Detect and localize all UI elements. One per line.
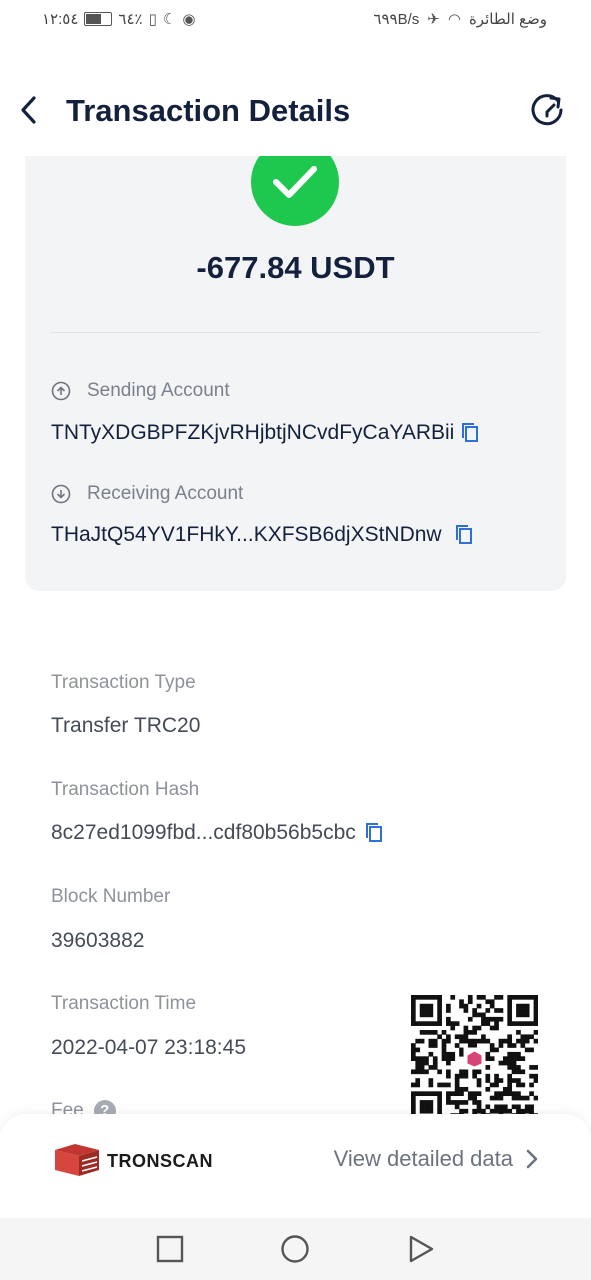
nav-circle-icon[interactable]: [278, 1232, 312, 1266]
qr-code[interactable]: [411, 995, 538, 1122]
block-number-text[interactable]: 39603882: [51, 929, 144, 953]
tronscan-brand: TRONSCAN: [107, 1151, 213, 1171]
sending-account-text: Sending Account: [87, 380, 230, 401]
success-indicator: [251, 156, 339, 226]
sending-account-label: Sending Account: [51, 380, 230, 402]
receiving-account-label: Receiving Account: [51, 483, 243, 505]
check-icon: [251, 156, 339, 226]
refresh-button[interactable]: [527, 90, 567, 130]
transaction-type-value: Transfer TRC20: [51, 714, 200, 738]
header: Transaction Details: [0, 80, 591, 144]
transaction-type-label: Transaction Type: [51, 672, 196, 693]
airplane-mode-label: وضع الطائرة: [468, 11, 547, 28]
view-detailed-data-link[interactable]: View detailed data: [334, 1146, 539, 1172]
transaction-time-label: Transaction Time: [51, 993, 197, 1014]
clock: ١٢:٥٤: [42, 11, 79, 28]
transaction-time-text: 2022-04-07 23:18:45: [51, 1036, 246, 1059]
battery-icon: [84, 12, 113, 26]
view-detailed-data-text: View detailed data: [333, 1146, 513, 1171]
airplane-icon: ✈: [427, 11, 440, 28]
block-number-label: Block Number: [51, 886, 171, 907]
status-bar: ١٢:٥٤ ٦٤٪ ▯ ☾ ◉ ٦٩٩B/s ✈ ◠ وضع الطائرة: [0, 0, 591, 40]
back-arrow-icon: [21, 96, 36, 124]
vibrate-icon: ▯: [148, 11, 157, 28]
transaction-hash-text[interactable]: 8c27ed1099fbd...cdf80b56b5cbc: [51, 821, 356, 845]
copy-icon[interactable]: [364, 822, 384, 844]
nav-square-icon[interactable]: [153, 1232, 187, 1266]
back-button[interactable]: [14, 92, 44, 128]
receiving-account-text: Receiving Account: [87, 483, 244, 504]
status-left: ١٢:٥٤ ٦٤٪ ▯ ☾ ◉: [42, 10, 195, 28]
transaction-amount: -677.84 USDT: [196, 250, 395, 285]
divider: [51, 332, 540, 333]
sending-address: TNTyXDGBPFZKjvRHjbtjNCvdFyCaYARBii: [51, 421, 455, 444]
tronscan-logo-icon: [55, 1144, 99, 1176]
receiving-account-value: THaJtQ54YV1FHkY...KXFSB6djXStNDnw: [51, 523, 474, 547]
system-nav-bar: [0, 1218, 591, 1280]
block-number-value: 39603882: [51, 929, 144, 953]
tronscan-footer: TRONSCAN View detailed data: [0, 1114, 591, 1218]
status-right: ٦٩٩B/s ✈ ◠ وضع الطائرة: [373, 10, 547, 28]
battery-percent: ٦٤٪: [118, 11, 143, 28]
chevron-right-icon: [526, 1149, 538, 1169]
arrow-down-circle-icon: [51, 484, 71, 504]
sending-account-value: TNTyXDGBPFZKjvRHjbtjNCvdFyCaYARBii: [51, 421, 480, 445]
refresh-icon: [531, 94, 563, 126]
eye-icon: ◉: [182, 11, 196, 28]
copy-icon[interactable]: [460, 422, 480, 444]
receiving-address: THaJtQ54YV1FHkY...KXFSB6djXStNDnw: [51, 523, 442, 546]
copy-icon[interactable]: [454, 524, 474, 546]
wifi-icon: ◠: [447, 11, 461, 28]
moon-icon: ☾: [162, 11, 177, 28]
arrow-up-circle-icon: [51, 381, 71, 401]
nav-triangle-icon[interactable]: [404, 1232, 438, 1266]
transaction-type-text: Transfer TRC20: [51, 714, 201, 737]
network-speed: ٦٩٩B/s: [373, 11, 420, 28]
page-title: Transaction Details: [66, 93, 351, 128]
transaction-time-value: 2022-04-07 23:18:45: [51, 1036, 246, 1060]
transaction-hash-value: 8c27ed1099fbd...cdf80b56b5cbc: [51, 821, 384, 845]
summary-card: -677.84 USDT Sending Account TNTyXDGBPFZ…: [25, 156, 566, 591]
transaction-hash-label: Transaction Hash: [51, 779, 200, 800]
